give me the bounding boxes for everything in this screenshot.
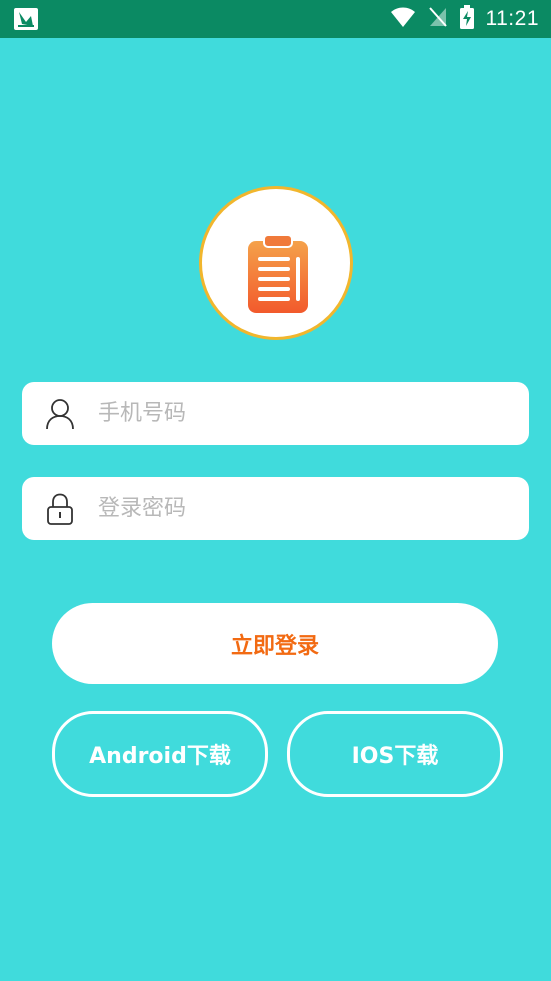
phone-field[interactable] [22, 382, 529, 445]
no-sim-icon [428, 6, 448, 32]
password-field[interactable] [22, 477, 529, 540]
app-notification-icon [14, 8, 38, 30]
ios-download-button[interactable]: IOS下载 [287, 711, 503, 797]
android-download-button[interactable]: Android下载 [52, 711, 268, 797]
status-bar: 11:21 [0, 0, 551, 38]
user-icon [44, 398, 76, 430]
login-button[interactable]: 立即登录 [52, 603, 498, 684]
status-time: 11:21 [485, 7, 539, 30]
status-icons: 11:21 [390, 0, 540, 38]
password-input[interactable] [98, 496, 478, 521]
battery-charging-icon [459, 5, 474, 33]
clipboard-icon [248, 234, 308, 313]
wifi-icon [390, 6, 416, 32]
phone-input[interactable] [98, 401, 478, 426]
app-logo [199, 186, 353, 340]
lock-icon [44, 493, 76, 525]
